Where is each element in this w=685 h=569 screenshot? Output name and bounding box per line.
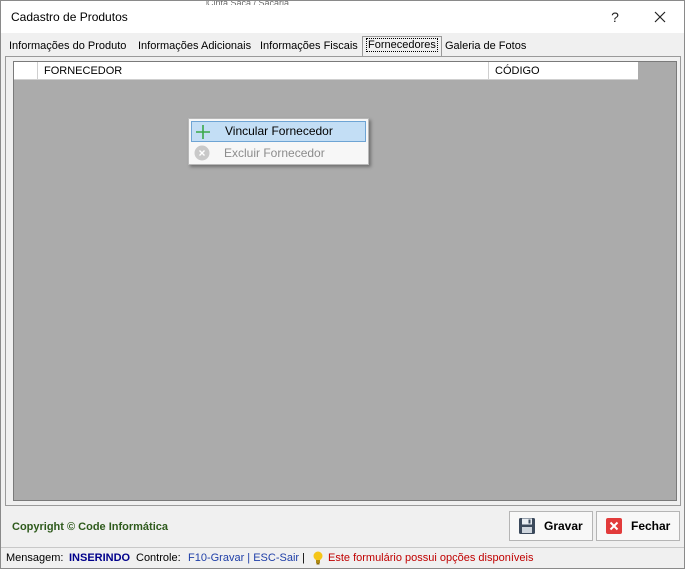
close-button-label: Fechar	[631, 519, 671, 533]
title-bar: Cinta Saca / Sacaria Cadastro de Produto…	[1, 1, 684, 33]
tab-label: Informações Adicionais	[138, 40, 252, 52]
tab-strip: Informações do Produto Informações Adici…	[5, 36, 681, 56]
menu-item-vincular-fornecedor[interactable]: Vincular Fornecedor	[191, 121, 366, 142]
tab-label: Fornecedores	[366, 38, 438, 52]
footer: Copyright © Code Informática Gravar Fech…	[1, 507, 684, 547]
column-header-fornecedor[interactable]: FORNECEDOR	[38, 62, 489, 80]
status-bar: Mensagem: INSERINDO Controle: F10-Gravar…	[1, 547, 684, 568]
tab-informacoes-adicionais[interactable]: Informações Adicionais	[134, 38, 255, 56]
tab-label: Galeria de Fotos	[445, 40, 527, 52]
close-icon	[654, 11, 666, 23]
message-label: Mensagem:	[6, 552, 64, 564]
window-title: Cadastro de Produtos	[11, 10, 128, 24]
save-button-label: Gravar	[544, 519, 583, 533]
plus-icon	[196, 125, 210, 139]
tab-informacoes-fiscais[interactable]: Informações Fiscais	[256, 38, 362, 56]
row-indicator-header	[14, 62, 38, 80]
save-button[interactable]: Gravar	[509, 511, 593, 541]
tab-galeria-fotos[interactable]: Galeria de Fotos	[441, 38, 530, 56]
column-header-codigo[interactable]: CÓDIGO	[489, 62, 638, 80]
menu-item-label: Vincular Fornecedor	[225, 124, 333, 138]
floppy-disk-icon	[519, 518, 535, 534]
help-button[interactable]: ?	[593, 1, 637, 33]
control-label: Controle:	[136, 552, 181, 564]
delete-circle-icon	[194, 145, 210, 161]
copyright-text: Copyright © Code Informática	[12, 521, 169, 533]
context-menu: Vincular Fornecedor Excluir Fornecedor	[188, 118, 369, 165]
menu-item-label: Excluir Fornecedor	[224, 146, 325, 160]
control-value: F10-Gravar | ESC-Sair	[188, 552, 300, 564]
close-button[interactable]: Fechar	[596, 511, 680, 541]
close-red-icon	[606, 518, 622, 534]
background-window-sliver: Cinta Saca / Sacaria	[206, 1, 316, 5]
product-registration-window: Cinta Saca / Sacaria Cadastro de Produto…	[0, 0, 685, 569]
lightbulb-icon	[313, 551, 323, 565]
grid-header: FORNECEDOR CÓDIGO	[14, 62, 638, 80]
close-window-button[interactable]	[638, 1, 682, 33]
status-separator: |	[302, 552, 305, 564]
tab-label: Informações Fiscais	[260, 40, 358, 52]
tab-informacoes-produto[interactable]: Informações do Produto	[5, 38, 130, 56]
tab-fornecedores[interactable]: Fornecedores	[362, 36, 442, 56]
menu-item-excluir-fornecedor[interactable]: Excluir Fornecedor	[191, 143, 366, 164]
form-options-hint[interactable]: Este formulário possui opções disponívei…	[328, 549, 533, 567]
message-value: INSERINDO	[69, 552, 131, 564]
tab-label: Informações do Produto	[9, 40, 127, 52]
